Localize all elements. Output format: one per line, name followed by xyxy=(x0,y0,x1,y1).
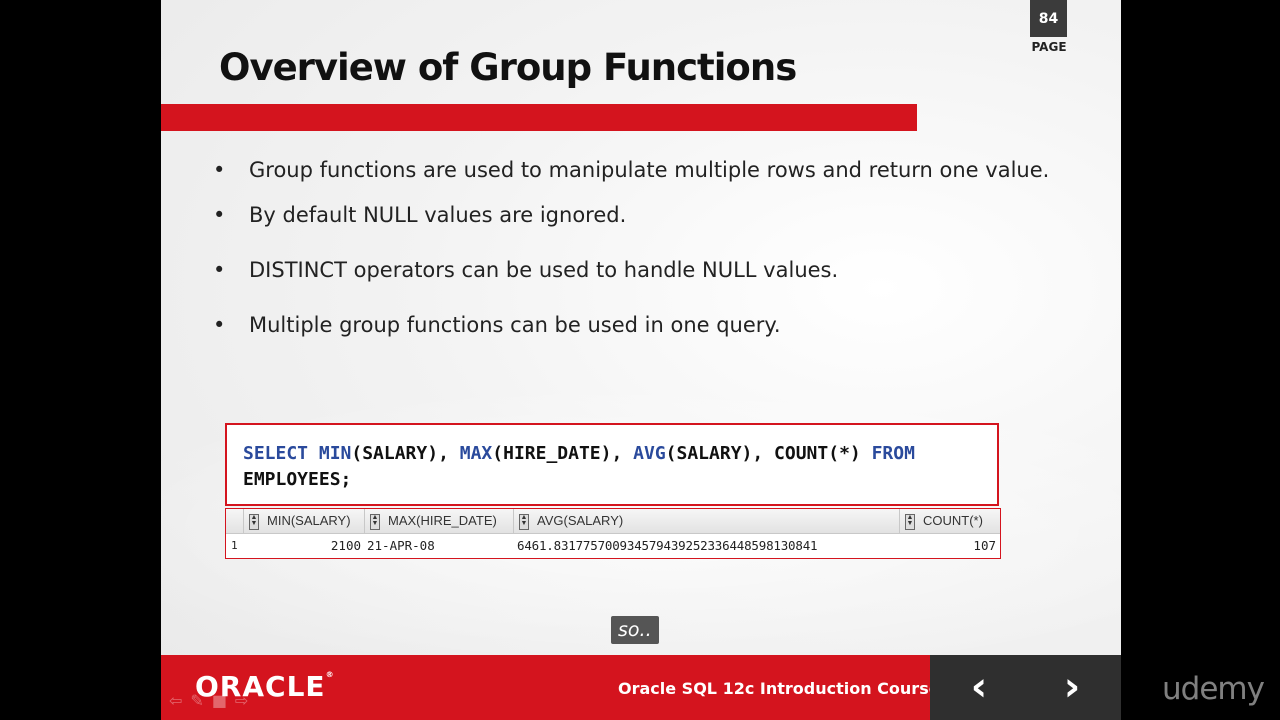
column-header-label: MAX(HIRE_DATE) xyxy=(388,513,497,528)
bullet-item: • Group functions are used to manipulate … xyxy=(213,146,1055,194)
sort-icon: ▲ ▼ xyxy=(370,513,380,530)
sql-keyword: MIN xyxy=(318,443,352,464)
sql-line-2: EMPLOYEES; xyxy=(243,469,352,490)
bullet-dot-icon: • xyxy=(213,313,226,337)
cell-avg-salary[interactable]: 6461.83177570093457943925233644859813084… xyxy=(517,535,899,557)
query-results-grid: ▲ ▼ MIN(SALARY) ▲ ▼ MAX(HIRE_DATE) ▲ ▼ AVG(SAL… xyxy=(225,508,1001,559)
column-header-label: COUNT(*) xyxy=(923,513,983,528)
course-title: Oracle SQL 12c Introduction Course xyxy=(618,679,940,698)
sort-icon: ▲ ▼ xyxy=(905,513,915,530)
bullet-list: • Group functions are used to manipulate … xyxy=(213,146,1055,365)
sort-icon: ▲ ▼ xyxy=(249,513,259,530)
page-label: PAGE xyxy=(1031,40,1067,54)
column-header-avg-salary[interactable]: ▲ ▼ AVG(SALARY) xyxy=(513,509,899,533)
slide-navigation: ‹ › xyxy=(930,655,1121,720)
slide-footer: ⇦✎■⇨ ORACLE® Oracle SQL 12c Introduction… xyxy=(161,655,1121,720)
bullet-text: Group functions are used to manipulate m… xyxy=(249,158,1050,182)
slide: 84 PAGE Overview of Group Functions • Gro… xyxy=(161,0,1121,720)
sql-text: (HIRE_DATE), xyxy=(492,443,634,464)
bullet-text: Multiple group functions can be used in … xyxy=(249,313,781,337)
sql-line-1: SELECT MIN(SALARY), MAX(HIRE_DATE), AVG(… xyxy=(243,443,915,464)
column-header-label: MIN(SALARY) xyxy=(267,513,351,528)
cell-min-salary[interactable]: 2100 xyxy=(243,535,364,557)
sql-code: SELECT MIN(SALARY), MAX(HIRE_DATE), AVG(… xyxy=(243,441,915,493)
sql-keyword: AVG xyxy=(633,443,666,464)
sql-text: (SALARY), xyxy=(351,443,460,464)
sql-text: (SALARY), COUNT(*) xyxy=(665,443,872,464)
sql-code-box: SELECT MIN(SALARY), MAX(HIRE_DATE), AVG(… xyxy=(225,423,999,506)
column-header-max-hire-date[interactable]: ▲ ▼ MAX(HIRE_DATE) xyxy=(364,509,513,533)
column-header-count[interactable]: ▲ ▼ COUNT(*) xyxy=(899,509,1000,533)
bullet-dot-icon: • xyxy=(213,258,226,282)
row-number: 1 xyxy=(231,539,238,552)
cell-count[interactable]: 107 xyxy=(899,535,999,557)
bullet-item: • Multiple group functions can be used in… xyxy=(213,310,1055,340)
sql-keyword: FROM xyxy=(871,443,915,464)
column-header-min-salary[interactable]: ▲ ▼ MIN(SALARY) xyxy=(243,509,364,533)
udemy-watermark: udemy xyxy=(1162,671,1265,707)
next-slide-button[interactable]: › xyxy=(1047,665,1097,710)
oracle-logo: ORACLE® xyxy=(195,670,334,703)
results-header-row: ▲ ▼ MIN(SALARY) ▲ ▼ MAX(HIRE_DATE) ▲ ▼ AVG(SAL… xyxy=(226,509,1000,534)
registered-mark: ® xyxy=(325,670,334,679)
page-number-badge: 84 xyxy=(1030,0,1067,37)
sql-keyword: MAX xyxy=(459,443,493,464)
column-header-label: AVG(SALARY) xyxy=(537,513,624,528)
sort-icon: ▲ ▼ xyxy=(519,513,529,530)
slide-title: Overview of Group Functions xyxy=(219,46,797,89)
sql-keyword: SELECT xyxy=(243,443,319,464)
bullet-text: By default NULL values are ignored. xyxy=(249,203,627,227)
bullet-item: • DISTINCT operators can be used to handl… xyxy=(213,255,1055,285)
cell-max-hire-date[interactable]: 21-APR-08 xyxy=(367,535,513,557)
bullet-dot-icon: • xyxy=(213,203,226,227)
bullet-text: DISTINCT operators can be used to handle… xyxy=(249,258,839,282)
oracle-logo-text: ORACLE xyxy=(195,670,326,703)
title-underline-bar xyxy=(161,104,917,131)
chevron-left-icon: ‹ xyxy=(970,664,988,710)
chevron-right-icon: › xyxy=(1063,664,1081,710)
previous-slide-button[interactable]: ‹ xyxy=(954,665,1004,710)
bullet-dot-icon: • xyxy=(213,158,226,182)
bullet-item: • By default NULL values are ignored. xyxy=(213,200,1055,230)
video-caption: so.. xyxy=(611,616,659,644)
